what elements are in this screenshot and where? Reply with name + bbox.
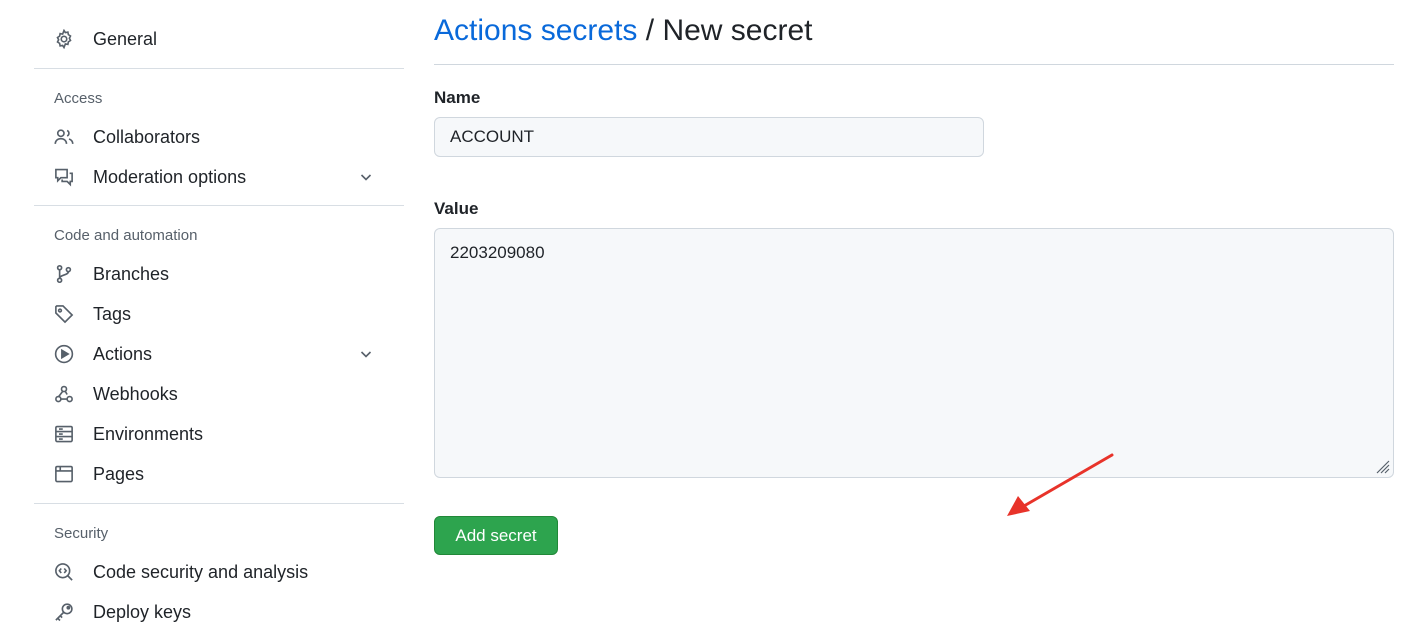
secret-name-input[interactable] [434, 117, 984, 157]
sidebar-item-label: Code security and analysis [93, 561, 309, 582]
sidebar-item-general[interactable]: General [44, 22, 394, 56]
value-label: Value [434, 199, 479, 218]
browser-icon [54, 464, 74, 484]
sidebar-divider [34, 503, 404, 504]
section-heading-access: Access [54, 90, 103, 107]
breadcrumb-separator: / [637, 14, 663, 47]
chevron-down-icon[interactable] [358, 169, 374, 185]
sidebar-item-label: Pages [93, 463, 145, 484]
breadcrumb-current: New secret [662, 14, 813, 47]
sidebar-item-label: Tags [93, 303, 132, 324]
sidebar-item-environments[interactable]: Environments [44, 417, 394, 451]
tag-icon [54, 304, 74, 324]
server-icon [54, 424, 74, 444]
sidebar-item-pages[interactable]: Pages [44, 457, 394, 491]
sidebar-item-webhooks[interactable]: Webhooks [44, 377, 394, 411]
sidebar-item-tags[interactable]: Tags [44, 297, 394, 331]
key-icon [54, 602, 74, 622]
sidebar-divider [34, 205, 404, 206]
sidebar-item-branches[interactable]: Branches [44, 257, 394, 291]
sidebar-item-label: General [93, 28, 158, 49]
git-branch-icon [54, 264, 74, 284]
sidebar-item-label: Webhooks [93, 383, 178, 404]
page-title: Actions secrets / New secret [434, 14, 812, 48]
sidebar-divider [34, 68, 404, 69]
sidebar-item-code-security[interactable]: Code security and analysis [44, 555, 394, 589]
play-icon [54, 344, 74, 364]
sidebar-item-label: Moderation options [93, 166, 247, 187]
settings-sidebar: General Access Collaborators Moderation … [34, 0, 404, 622]
people-icon [54, 127, 74, 147]
sidebar-item-actions[interactable]: Actions [44, 337, 394, 371]
sidebar-item-moderation-options[interactable]: Moderation options [44, 160, 394, 194]
sidebar-item-label: Environments [93, 423, 204, 444]
comment-discussion-icon [54, 167, 74, 187]
secret-value-textarea[interactable]: 2203209080 [434, 228, 1394, 478]
sidebar-item-collaborators[interactable]: Collaborators [44, 120, 394, 154]
webhook-icon [54, 384, 74, 404]
sidebar-item-label: Branches [93, 263, 170, 284]
sidebar-item-deploy-keys[interactable]: Deploy keys [44, 595, 394, 629]
add-secret-button[interactable]: Add secret [434, 516, 558, 555]
sidebar-item-label: Collaborators [93, 126, 201, 147]
sidebar-item-label: Deploy keys [93, 601, 192, 622]
sidebar-item-label: Actions [93, 343, 153, 364]
breadcrumb-actions-secrets-link[interactable]: Actions secrets [434, 14, 637, 47]
resize-grip-icon[interactable] [1374, 458, 1390, 474]
chevron-down-icon[interactable] [358, 346, 374, 362]
title-divider [434, 64, 1394, 65]
codescan-icon [54, 562, 74, 582]
gear-icon [54, 29, 74, 49]
section-heading-security: Security [54, 525, 109, 542]
name-label: Name [434, 88, 481, 107]
section-heading-code-automation: Code and automation [54, 227, 198, 244]
